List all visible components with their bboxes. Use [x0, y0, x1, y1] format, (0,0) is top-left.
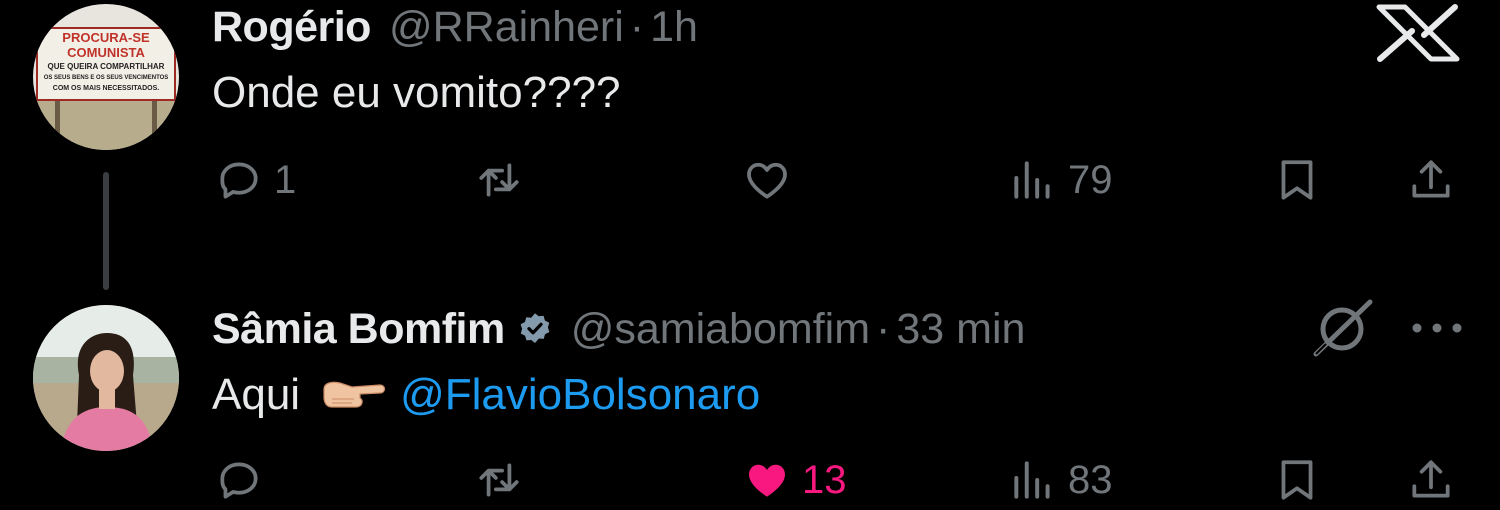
share-icon [1412, 160, 1450, 198]
like-button[interactable]: 13 [742, 450, 847, 510]
reply-icon [220, 162, 258, 199]
tweet-text: Aqui @FlavioBolsonaro [212, 370, 760, 420]
bookmark-icon [1281, 460, 1313, 500]
views-button[interactable]: 83 [1008, 450, 1113, 510]
timestamp[interactable]: 33 min [896, 305, 1025, 354]
bookmark-icon [1281, 160, 1313, 200]
separator-dot: · [629, 2, 645, 51]
reply-button[interactable] [214, 450, 264, 510]
user-handle[interactable]: @RRainheri [389, 3, 624, 52]
sign-text-line2: COMUNISTA [67, 45, 145, 60]
share-button[interactable] [1406, 150, 1456, 210]
display-name[interactable]: Rogério [212, 3, 371, 52]
more-icon[interactable] [1408, 310, 1466, 346]
avatar[interactable]: PROCURA-SE COMUNISTA QUE QUEIRA COMPARTI… [33, 4, 179, 150]
pointing-hand-emoji-icon [323, 381, 386, 408]
sign-text-line3: QUE QUEIRA COMPARTILHAR [48, 62, 165, 71]
mention-link[interactable]: @FlavioBolsonaro [400, 370, 760, 420]
user-handle[interactable]: @samiabomfim [571, 305, 870, 354]
timestamp[interactable]: 1h [650, 3, 698, 52]
tweet-text: Onde eu vomito???? [212, 68, 621, 118]
like-button[interactable] [742, 150, 792, 210]
views-icon [1014, 461, 1050, 499]
heart-icon [747, 162, 787, 199]
x-logo-icon[interactable] [1375, 3, 1461, 63]
retweet-icon [479, 163, 519, 197]
retweet-button[interactable] [474, 150, 524, 210]
tweet-samia[interactable]: Sâmia Bomfim @samiabomfim · 33 min Aqui … [0, 300, 1500, 502]
avatar-image [33, 305, 179, 451]
reply-button[interactable]: 1 [214, 150, 296, 210]
heart-icon [749, 464, 785, 497]
bookmark-button[interactable] [1272, 450, 1322, 510]
grok-icon[interactable] [1308, 298, 1376, 358]
views-count: 83 [1068, 457, 1113, 502]
bookmark-button[interactable] [1272, 150, 1322, 210]
share-icon [1412, 460, 1450, 498]
tweet-header: Sâmia Bomfim @samiabomfim · 33 min [212, 302, 1025, 356]
like-count: 13 [802, 457, 847, 502]
display-name[interactable]: Sâmia Bomfim [212, 305, 505, 354]
tweet-text-content: Aqui [212, 370, 301, 419]
retweet-button[interactable] [474, 450, 524, 510]
reply-count: 1 [274, 157, 297, 202]
sign-text-line4: OS SEUS BENS E OS SEUS VENCIMENTOS [44, 75, 169, 81]
separator-dot: · [876, 304, 891, 353]
views-count: 79 [1068, 157, 1113, 202]
avatar-image: PROCURA-SE COMUNISTA QUE QUEIRA COMPARTI… [33, 4, 179, 150]
avatar[interactable] [33, 305, 179, 451]
reply-icon [220, 462, 258, 499]
sign-text-line5: COM OS MAIS NECESSITADOS. [53, 85, 159, 92]
retweet-icon [479, 463, 519, 497]
verified-badge-icon[interactable] [517, 311, 553, 347]
views-icon [1014, 161, 1050, 199]
tweet-rogerio[interactable]: PROCURA-SE COMUNISTA QUE QUEIRA COMPARTI… [0, 0, 1500, 300]
tweet-header: Rogério @RRainheri · 1h [212, 0, 698, 54]
share-button[interactable] [1406, 450, 1456, 510]
tweet-actions: 1 79 [0, 150, 1500, 210]
tweet-text-content: Onde eu vomito???? [212, 68, 621, 117]
tweet-actions: 13 83 [0, 450, 1500, 510]
views-button[interactable]: 79 [1008, 150, 1113, 210]
sign-text-line1: PROCURA-SE [62, 30, 150, 45]
